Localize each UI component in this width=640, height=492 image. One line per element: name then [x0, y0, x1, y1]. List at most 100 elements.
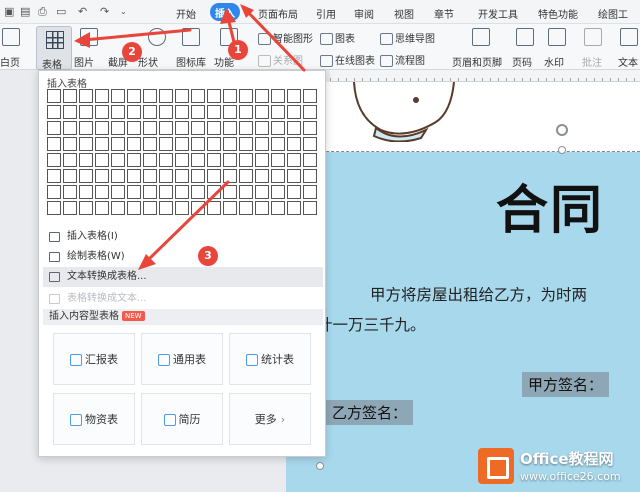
table-grid-cell[interactable]	[127, 185, 141, 199]
rotate-handle[interactable]	[556, 124, 568, 136]
table-grid-cell[interactable]	[271, 201, 285, 215]
chart-button[interactable]: 图表	[320, 30, 355, 45]
table-grid-cell[interactable]	[255, 121, 269, 135]
table-grid-cell[interactable]	[255, 185, 269, 199]
tab-view[interactable]: 视图	[394, 6, 414, 21]
table-grid-cell[interactable]	[111, 137, 125, 151]
table-grid-cell[interactable]	[95, 105, 109, 119]
page-header-area[interactable]	[286, 82, 640, 154]
table-grid-cell[interactable]	[63, 105, 77, 119]
table-grid-cell[interactable]	[79, 185, 93, 199]
table-size-grid[interactable]	[47, 89, 322, 239]
watermark-button[interactable]: 水印	[544, 54, 564, 69]
table-grid-cell[interactable]	[95, 185, 109, 199]
undo-icon[interactable]: ↶	[78, 5, 87, 18]
table-grid-cell[interactable]	[175, 89, 189, 103]
table-grid-cell[interactable]	[271, 105, 285, 119]
table-grid-cell[interactable]	[223, 121, 237, 135]
table-grid-cell[interactable]	[191, 185, 205, 199]
table-grid-cell[interactable]	[143, 201, 157, 215]
table-grid-cell[interactable]	[207, 105, 221, 119]
table-grid-cell[interactable]	[95, 137, 109, 151]
table-grid-cell[interactable]	[239, 185, 253, 199]
table-grid-cell[interactable]	[239, 89, 253, 103]
table-grid-cell[interactable]	[47, 105, 61, 119]
table-grid-cell[interactable]	[207, 137, 221, 151]
table-grid-cell[interactable]	[159, 185, 173, 199]
selection-handle-bottom-left[interactable]	[316, 462, 324, 470]
table-grid-cell[interactable]	[223, 169, 237, 183]
table-grid-cell[interactable]	[127, 137, 141, 151]
table-to-text-item[interactable]: 表格转换成文本...	[43, 289, 323, 309]
table-grid-cell[interactable]	[303, 137, 317, 151]
table-grid-cell[interactable]	[95, 153, 109, 167]
table-grid-cell[interactable]	[239, 137, 253, 151]
table-grid-cell[interactable]	[63, 153, 77, 167]
picture-button[interactable]: 图片	[74, 54, 94, 69]
blank-page-button[interactable]: 白页	[0, 54, 20, 69]
table-grid-cell[interactable]	[159, 153, 173, 167]
stats-table-card[interactable]: 统计表	[229, 333, 311, 385]
table-grid-cell[interactable]	[303, 201, 317, 215]
table-grid-cell[interactable]	[47, 201, 61, 215]
table-grid-cell[interactable]	[287, 89, 301, 103]
text-box-button[interactable]: 文本	[618, 54, 638, 69]
relation-button[interactable]: 关系图	[258, 52, 303, 67]
table-grid-cell[interactable]	[79, 121, 93, 135]
tab-developer[interactable]: 开发工具	[478, 6, 518, 21]
table-grid-cell[interactable]	[79, 153, 93, 167]
table-grid-cell[interactable]	[239, 169, 253, 183]
table-grid-cell[interactable]	[95, 201, 109, 215]
table-grid-cell[interactable]	[63, 89, 77, 103]
table-grid-cell[interactable]	[175, 105, 189, 119]
table-grid-cell[interactable]	[127, 121, 141, 135]
table-grid-cell[interactable]	[175, 201, 189, 215]
more-card[interactable]: 更多 ›	[229, 393, 311, 445]
text-to-table-item[interactable]: 文本转换成表格...	[43, 267, 323, 287]
table-grid-cell[interactable]	[207, 185, 221, 199]
icon-library-button[interactable]: 图标库	[176, 54, 206, 69]
table-grid-cell[interactable]	[303, 121, 317, 135]
comment-button[interactable]: 批注	[582, 54, 602, 69]
table-grid-cell[interactable]	[191, 201, 205, 215]
table-grid-cell[interactable]	[143, 121, 157, 135]
preview-icon[interactable]: ▭	[56, 5, 66, 18]
table-grid-cell[interactable]	[271, 121, 285, 135]
save-icon[interactable]: ▣	[4, 5, 14, 18]
table-grid-cell[interactable]	[63, 121, 77, 135]
table-grid-cell[interactable]	[239, 153, 253, 167]
table-grid-cell[interactable]	[287, 105, 301, 119]
table-grid-cell[interactable]	[271, 169, 285, 183]
table-grid-cell[interactable]	[143, 137, 157, 151]
table-grid-cell[interactable]	[127, 153, 141, 167]
table-grid-cell[interactable]	[175, 121, 189, 135]
table-grid-cell[interactable]	[191, 137, 205, 151]
table-grid-cell[interactable]	[159, 89, 173, 103]
table-grid-cell[interactable]	[271, 153, 285, 167]
table-grid-cell[interactable]	[63, 201, 77, 215]
table-grid-cell[interactable]	[111, 89, 125, 103]
table-grid-cell[interactable]	[223, 137, 237, 151]
table-grid-cell[interactable]	[175, 185, 189, 199]
table-grid-cell[interactable]	[143, 89, 157, 103]
table-grid-cell[interactable]	[303, 89, 317, 103]
table-grid-cell[interactable]	[287, 153, 301, 167]
tab-drawing-tools[interactable]: 绘图工	[598, 6, 628, 21]
table-grid-cell[interactable]	[303, 169, 317, 183]
table-grid-cell[interactable]	[159, 137, 173, 151]
table-grid-cell[interactable]	[223, 153, 237, 167]
table-grid-cell[interactable]	[207, 201, 221, 215]
tab-page-layout[interactable]: 页面布局	[258, 6, 298, 21]
mind-map-button[interactable]: 思维导图	[380, 30, 435, 45]
online-chart-button[interactable]: 在线图表	[320, 52, 375, 67]
table-grid-cell[interactable]	[111, 201, 125, 215]
table-grid-cell[interactable]	[47, 169, 61, 183]
table-grid-cell[interactable]	[207, 153, 221, 167]
table-grid-cell[interactable]	[303, 105, 317, 119]
tab-insert[interactable]: 插入	[210, 3, 240, 21]
table-grid-cell[interactable]	[127, 89, 141, 103]
table-grid-cell[interactable]	[127, 105, 141, 119]
table-grid-cell[interactable]	[271, 89, 285, 103]
table-grid-cell[interactable]	[255, 137, 269, 151]
table-grid-cell[interactable]	[143, 185, 157, 199]
